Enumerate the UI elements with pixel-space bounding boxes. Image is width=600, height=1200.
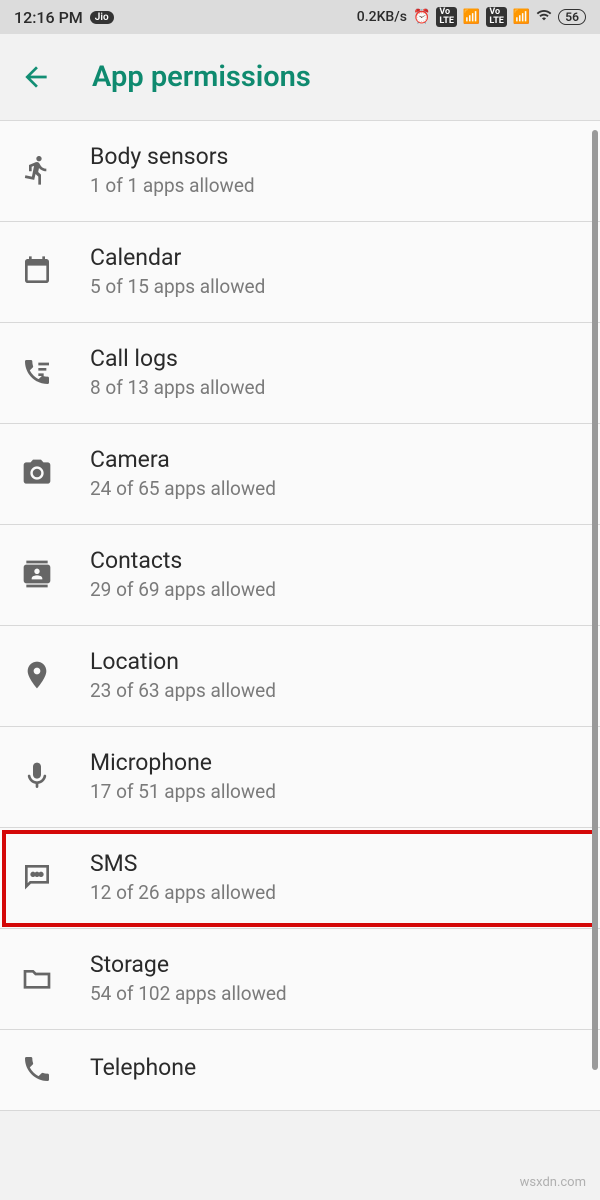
row-text: Telephone [90, 1054, 196, 1085]
permission-subtitle: 29 of 69 apps allowed [90, 578, 276, 601]
camera-icon [20, 456, 54, 490]
mic-icon [20, 759, 54, 793]
permission-title: Storage [90, 951, 287, 978]
row-text: Camera 24 of 65 apps allowed [90, 446, 276, 500]
permission-title: Body sensors [90, 143, 255, 170]
permission-title: Location [90, 648, 276, 675]
permission-subtitle: 12 of 26 apps allowed [90, 881, 276, 904]
scrollbar[interactable] [592, 130, 598, 1070]
permission-title: Telephone [90, 1054, 196, 1081]
row-text: Microphone 17 of 51 apps allowed [90, 749, 276, 803]
back-button[interactable] [20, 61, 52, 93]
calendar-icon [20, 254, 54, 288]
sms-icon [20, 860, 54, 894]
alarm-icon: ⏰ [413, 9, 430, 25]
status-bar: 12:16 PM Jio 0.2KB/s ⏰ VoLTE 📶 VoLTE 📶 5… [0, 0, 600, 34]
permission-title: Contacts [90, 547, 276, 574]
permission-title: Call logs [90, 345, 265, 372]
permission-title: Microphone [90, 749, 276, 776]
permission-row-calendar[interactable]: Calendar 5 of 15 apps allowed [0, 222, 600, 323]
row-text: Body sensors 1 of 1 apps allowed [90, 143, 255, 197]
row-text: SMS 12 of 26 apps allowed [90, 850, 276, 904]
phone-icon [20, 1052, 54, 1086]
permission-title: Camera [90, 446, 276, 473]
permission-title: SMS [90, 850, 276, 877]
permission-subtitle: 24 of 65 apps allowed [90, 477, 276, 500]
permission-subtitle: 5 of 15 apps allowed [90, 275, 265, 298]
data-rate: 0.2KB/s [357, 9, 407, 25]
calllog-icon [20, 355, 54, 389]
permission-row-contacts[interactable]: Contacts 29 of 69 apps allowed [0, 525, 600, 626]
running-icon [20, 153, 54, 187]
permission-subtitle: 1 of 1 apps allowed [90, 174, 255, 197]
row-text: Call logs 8 of 13 apps allowed [90, 345, 265, 399]
permissions-list: Body sensors 1 of 1 apps allowed Calenda… [0, 120, 600, 1111]
row-text: Location 23 of 63 apps allowed [90, 648, 276, 702]
carrier-badge: Jio [90, 11, 114, 24]
volte-badge-2: VoLTE [486, 7, 507, 27]
status-time: 12:16 PM [14, 8, 83, 27]
permission-subtitle: 17 of 51 apps allowed [90, 780, 276, 803]
permission-row-call-logs[interactable]: Call logs 8 of 13 apps allowed [0, 323, 600, 424]
permission-subtitle: 8 of 13 apps allowed [90, 376, 265, 399]
battery-indicator: 56 [558, 9, 586, 25]
row-text: Calendar 5 of 15 apps allowed [90, 244, 265, 298]
permission-row-body-sensors[interactable]: Body sensors 1 of 1 apps allowed [0, 121, 600, 222]
permission-title: Calendar [90, 244, 265, 271]
permission-row-location[interactable]: Location 23 of 63 apps allowed [0, 626, 600, 727]
signal-bars-1: 📶 [463, 9, 480, 25]
permission-row-sms[interactable]: SMS 12 of 26 apps allowed [0, 828, 600, 929]
app-header: App permissions [0, 34, 600, 120]
volte-badge-1: VoLTE [436, 7, 457, 27]
permission-row-camera[interactable]: Camera 24 of 65 apps allowed [0, 424, 600, 525]
permission-subtitle: 23 of 63 apps allowed [90, 679, 276, 702]
wifi-icon [536, 7, 552, 27]
row-text: Storage 54 of 102 apps allowed [90, 951, 287, 1005]
signal-bars-2: 📶 [513, 9, 530, 25]
page-title: App permissions [92, 60, 311, 94]
permission-subtitle: 54 of 102 apps allowed [90, 982, 287, 1005]
permission-row-storage[interactable]: Storage 54 of 102 apps allowed [0, 929, 600, 1030]
permission-row-microphone[interactable]: Microphone 17 of 51 apps allowed [0, 727, 600, 828]
row-text: Contacts 29 of 69 apps allowed [90, 547, 276, 601]
permission-row-telephone[interactable]: Telephone [0, 1030, 600, 1111]
contacts-icon [20, 557, 54, 591]
location-icon [20, 658, 54, 692]
storage-icon [20, 961, 54, 995]
watermark: wsxdn.com [520, 1175, 586, 1190]
